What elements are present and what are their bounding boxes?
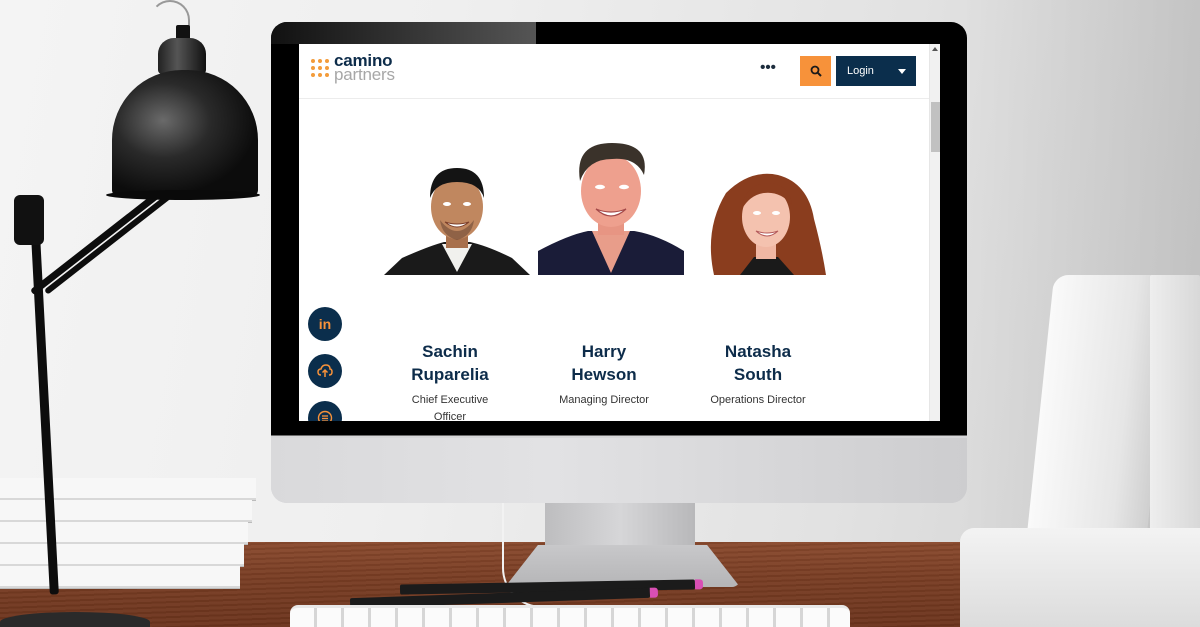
upload-button[interactable] [308,354,342,388]
member-role-line: Managing Director [559,394,649,406]
paper-sheet [0,478,256,500]
paper-sheet [0,500,252,522]
portrait-illustration [538,143,684,275]
paper-sheet [0,522,248,544]
lamp-shade [112,70,258,196]
member-first-name: Natasha [724,342,792,361]
site-header: camino partners ••• Login [299,44,929,99]
standing-book [1150,275,1200,545]
site-logo[interactable]: camino partners [311,52,395,84]
lamp-joint [14,195,44,245]
logo-wordmark-partners: partners [334,65,395,84]
monitor-glare [271,22,536,44]
linkedin-icon: in [318,316,332,332]
scroll-up-arrow-icon[interactable] [932,47,938,51]
menu-button[interactable] [308,401,342,421]
more-options-button[interactable]: ••• [757,60,779,80]
team-member-card[interactable]: Natasha South Operations Director [688,340,828,409]
member-first-name: Sachin [422,342,478,361]
portrait-natasha [704,169,826,275]
team-member-card[interactable]: Harry Hewson Managing Director [534,340,674,409]
paper-sheet [0,544,244,566]
list-menu-icon [317,410,333,421]
portrait-sachin [384,162,530,275]
portrait-illustration [384,168,530,275]
keyboard [290,605,850,627]
member-role-line: Operations Director [710,394,806,406]
member-role: Chief Executive Officer [380,392,520,421]
portrait-illustration [710,173,826,275]
cloud-upload-icon [317,364,333,377]
lamp-base [0,612,150,627]
login-label: Login [847,65,874,77]
linkedin-button[interactable]: in [308,307,342,341]
flat-book [960,528,1200,627]
portrait-harry [538,139,684,275]
caret-down-icon [898,69,906,74]
lamp-rim [106,190,260,200]
member-role: Managing Director [534,392,674,409]
vertical-scrollbar[interactable] [929,44,940,421]
browser-viewport: camino partners ••• Login in Sachin Rupa… [299,44,940,421]
monitor-chin [271,438,967,503]
search-button[interactable] [800,56,831,86]
member-role-line: Officer [433,411,467,421]
member-last-name: Ruparelia [411,365,489,384]
paper-sheet [0,566,240,588]
logo-dots-icon [311,59,329,77]
member-first-name: Harry [581,342,627,361]
lamp-upper-arm [30,185,169,296]
member-last-name: South [733,365,783,384]
team-member-card[interactable]: Sachin Ruparelia Chief Executive Officer [380,340,520,421]
member-role-line: Chief Executive [411,394,489,406]
scrollbar-thumb[interactable] [931,102,940,152]
lamp-upper-arm [44,191,174,295]
login-dropdown-button[interactable]: Login [836,56,916,86]
member-last-name: Hewson [571,365,637,384]
search-icon [810,65,822,77]
member-role: Operations Director [688,392,828,409]
lamp-neck [158,38,206,74]
